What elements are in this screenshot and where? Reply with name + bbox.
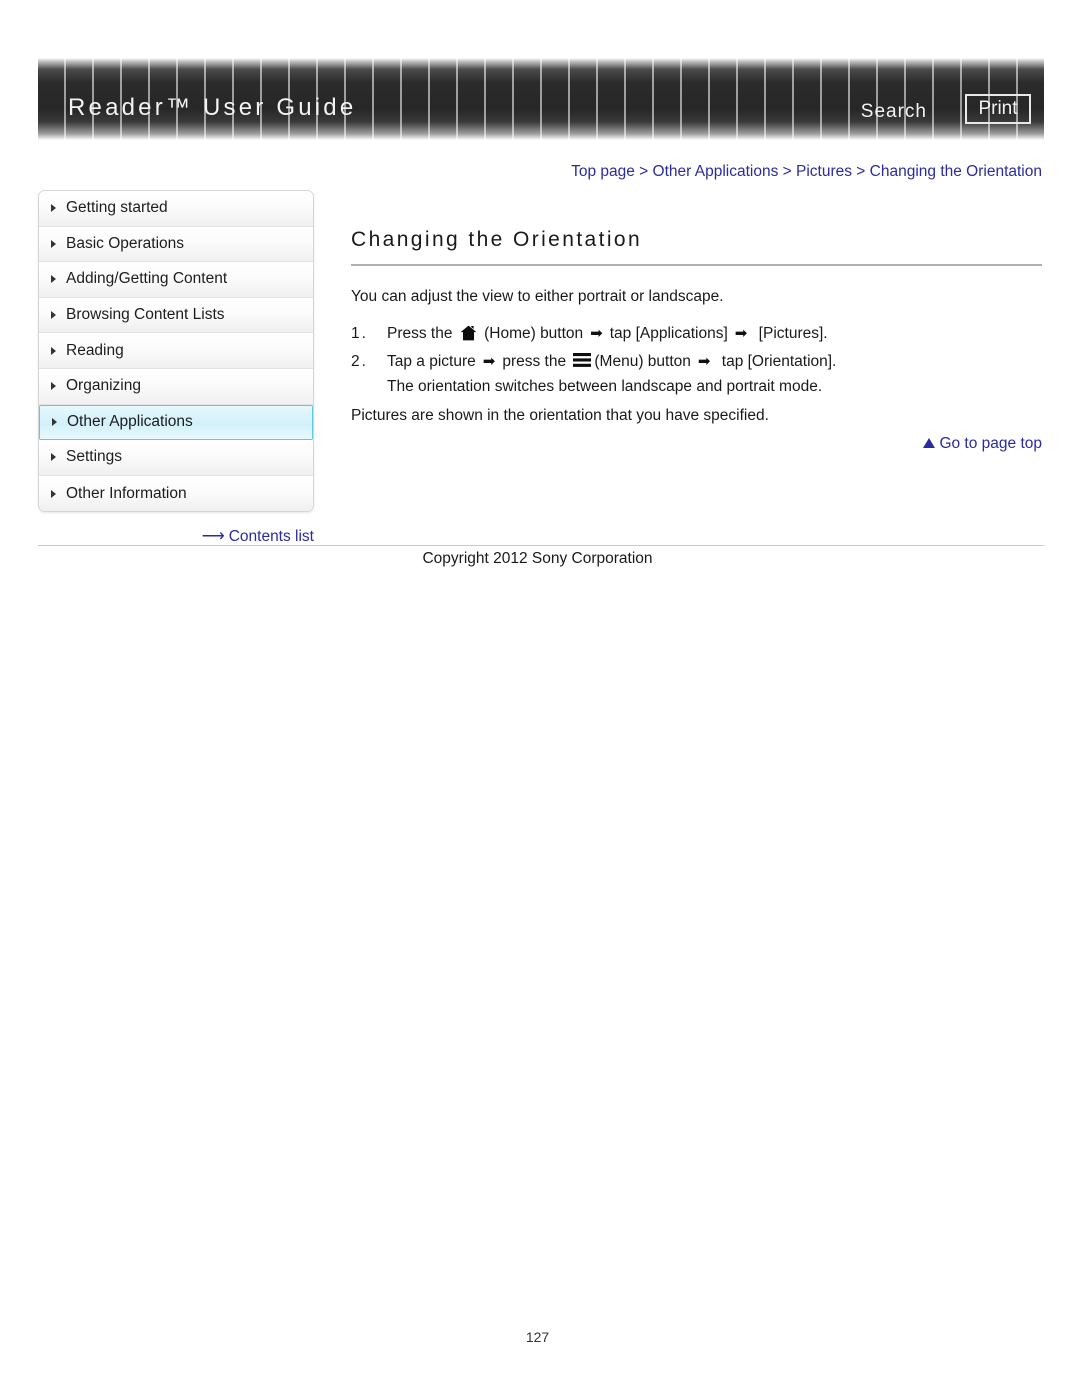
arrow-right-icon: ➡ [697, 352, 711, 370]
step-number: 1. [351, 324, 368, 342]
sidebar-item-label: Adding/Getting Content [66, 270, 228, 288]
step-text: Tap a picture ➡ press the (Menu) button ➡ t… [387, 350, 1042, 374]
sidebar-item-label: Organizing [66, 377, 141, 395]
step-text-segment: press the [502, 352, 571, 370]
step-text-segment: [Pictures]. [754, 324, 828, 342]
triangle-right-icon [51, 204, 56, 213]
sidebar-item-label: Settings [66, 448, 123, 466]
arrow-right-icon: ➡ [590, 324, 603, 342]
print-button[interactable]: Print [965, 94, 1031, 124]
sidebar-item-other-information[interactable]: Other Information [39, 475, 313, 512]
go-to-page-top-label: Go to page top [939, 435, 1042, 452]
breadcrumb[interactable]: Top page > Other Applications > Pictures… [0, 163, 1042, 181]
triangle-right-icon [52, 418, 57, 427]
sidebar-item-label: Other Applications [67, 413, 193, 431]
home-icon [460, 325, 477, 341]
triangle-right-icon [51, 346, 56, 355]
sidebar-item-label: Basic Operations [66, 234, 185, 252]
step-text-segment: (Home) button [479, 324, 584, 342]
step-text-segment: tap [Orientation]. [717, 352, 837, 370]
step-text-segment: (Menu) button [594, 352, 691, 370]
sidebar-item-label: Getting started [66, 199, 168, 217]
triangle-right-icon [51, 489, 56, 498]
sidebar-item-reading[interactable]: Reading [39, 333, 313, 369]
steps-list: 1. Press the (Home) button ➡ tap [Applicat… [351, 322, 1042, 396]
triangle-right-icon [51, 275, 56, 284]
step-item: 1. Press the (Home) button ➡ tap [Applicat… [351, 322, 1042, 346]
sidebar-item-getting-started[interactable]: Getting started [39, 191, 313, 227]
triangle-right-icon [51, 239, 56, 248]
arrow-right-icon: ➡ [734, 324, 748, 342]
menu-icon [572, 352, 592, 368]
triangle-right-icon [51, 311, 56, 320]
step-note: The orientation switches between landsca… [387, 377, 823, 395]
sidebar-item-label: Other Information [66, 484, 187, 502]
step-item: 2. Tap a picture ➡ press the (Menu) button… [351, 350, 1042, 374]
triangle-right-icon [51, 382, 56, 391]
sidebar-item-label: Reading [66, 341, 124, 359]
triangle-right-icon [51, 453, 56, 462]
page-number: 127 [525, 1329, 550, 1345]
sidebar-item-browsing-content-lists[interactable]: Browsing Content Lists [39, 297, 313, 334]
step-text-segment: Tap a picture [387, 352, 476, 370]
intro-paragraph: You can adjust the view to either portra… [351, 288, 724, 305]
closing-paragraph: Pictures are shown in the orientation th… [351, 406, 769, 424]
header-banner: Reader™ User Guide Search Print [38, 58, 1044, 140]
sidebar-item-basic-operations[interactable]: Basic Operations [39, 226, 313, 263]
step-number: 2. [351, 352, 368, 370]
sidebar-item-settings[interactable]: Settings [39, 440, 313, 476]
sidebar-nav: Getting started Basic Operations Adding/… [38, 190, 314, 513]
arrow-right-icon: ➡ [482, 352, 496, 370]
sidebar-item-other-applications[interactable]: Other Applications [39, 404, 313, 441]
copyright-text: Copyright 2012 Sony Corporation [422, 550, 653, 567]
page-title: Changing the Orientation [351, 228, 1042, 266]
sidebar-item-adding-getting-content[interactable]: Adding/Getting Content [39, 262, 313, 298]
footer-divider [38, 545, 1044, 546]
contents-list-link[interactable]: ⟶ Contents list [38, 528, 314, 546]
triangle-up-icon [923, 438, 936, 448]
step-text: Press the (Home) button ➡ tap [Application… [387, 322, 1042, 346]
go-to-page-top-link[interactable]: Go to page top [351, 435, 1042, 453]
contents-list-label: Contents list [228, 528, 314, 545]
sidebar-item-label: Browsing Content Lists [66, 306, 225, 324]
main-content: Changing the Orientation You can adjust … [351, 228, 1042, 440]
arrow-right-icon: ⟶ [201, 528, 225, 545]
sidebar-item-organizing[interactable]: Organizing [39, 368, 313, 405]
step-text-segment: tap [Applications] [609, 324, 728, 342]
search-button[interactable]: Search [861, 101, 927, 123]
app-title: Reader™ User Guide [68, 94, 357, 121]
step-text-segment: Press the [387, 324, 457, 342]
